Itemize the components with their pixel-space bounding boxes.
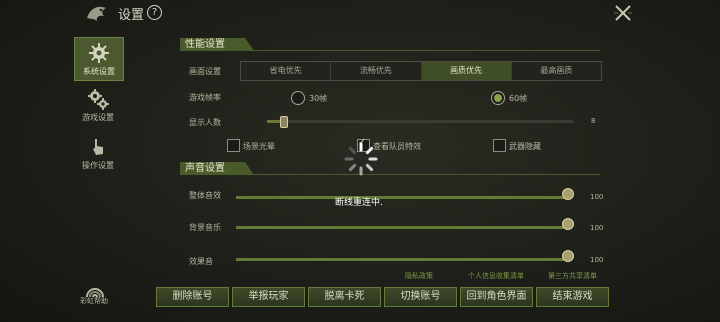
privacy-policy-link[interactable]: 隐私政策	[405, 271, 433, 281]
section-header-performance: 性能设置	[180, 38, 600, 51]
volume-value: 100	[590, 256, 604, 264]
volume-value: 100	[590, 193, 604, 201]
checkbox-label: 武器隐藏	[509, 142, 541, 151]
gears-icon	[88, 89, 109, 110]
quality-option[interactable]: 省电优先	[241, 62, 332, 80]
quit-game-button[interactable]: 结束游戏	[536, 287, 609, 307]
sound-label: 背景音乐	[189, 223, 221, 232]
section-title: 声音设置	[185, 163, 225, 174]
fps-label: 游戏帧率	[189, 93, 221, 102]
sidebar-item-label: 操作设置	[82, 161, 114, 170]
title-bar: 设置 ?	[0, 0, 720, 26]
fps-60-radio[interactable]	[491, 91, 505, 105]
sidebar-item-label: 游戏设置	[82, 113, 114, 122]
sidebar-item-system[interactable]: 系统设置	[74, 37, 124, 81]
sound-label: 效果音	[189, 257, 213, 266]
players-slider-track[interactable]	[267, 120, 574, 123]
fps-30-radio[interactable]	[291, 91, 305, 105]
players-slider-handle[interactable]	[280, 116, 288, 128]
section-title: 性能设置	[185, 39, 225, 50]
music-volume-fill	[236, 226, 568, 229]
checkbox-label: 场景光晕	[243, 142, 275, 151]
quality-label: 画面设置	[189, 67, 221, 76]
hand-pointer-icon	[93, 139, 103, 155]
sidebar-item-label: 系统设置	[83, 67, 115, 76]
quality-option-selected[interactable]: 画质优先	[421, 62, 512, 80]
master-volume-handle[interactable]	[562, 188, 574, 200]
players-slider-fill	[267, 120, 281, 123]
gear-icon	[89, 43, 109, 63]
scene-glow-checkbox[interactable]	[227, 139, 240, 152]
checkbox-label: 查看队员特效	[373, 142, 421, 151]
report-player-button[interactable]: 举报玩家	[232, 287, 305, 307]
hide-weapon-checkbox[interactable]	[493, 139, 506, 152]
quality-option[interactable]: 最高画质	[512, 62, 601, 80]
personal-info-list-link[interactable]: 个人信息收集清单	[468, 271, 524, 281]
close-icon[interactable]	[612, 2, 634, 24]
effects-volume-fill	[236, 258, 568, 261]
effects-volume-handle[interactable]	[562, 250, 574, 262]
help-label: 彩虹帮助	[80, 297, 108, 305]
players-label: 显示人数	[189, 118, 221, 127]
help-icon[interactable]: ?	[147, 5, 162, 20]
fps-option-label: 60帧	[509, 94, 528, 103]
third-party-list-link[interactable]: 第三方共享清单	[548, 271, 597, 281]
loading-spinner-icon	[344, 142, 378, 176]
section-header-sound: 声音设置	[180, 162, 600, 175]
page-title: 设置	[118, 8, 145, 23]
music-volume-handle[interactable]	[562, 218, 574, 230]
fps-option-label: 30帧	[309, 94, 328, 103]
sidebar-item-controls[interactable]: 操作设置	[74, 132, 122, 174]
unstuck-button[interactable]: 脱离卡死	[308, 287, 381, 307]
delete-account-button[interactable]: 删除账号	[156, 287, 229, 307]
back-to-character-button[interactable]: 回到角色界面	[460, 287, 533, 307]
quality-selector: 省电优先 流畅优先 画质优先 最高画质	[240, 61, 602, 81]
players-max-value: 8	[591, 117, 596, 125]
switch-account-button[interactable]: 切换账号	[384, 287, 457, 307]
sound-label: 整体音效	[189, 191, 221, 200]
quality-option[interactable]: 流畅优先	[331, 62, 422, 80]
dragon-logo-icon	[87, 6, 106, 21]
volume-value: 100	[590, 224, 604, 232]
sidebar-item-game[interactable]: 游戏设置	[74, 84, 122, 126]
master-volume-fill	[236, 196, 568, 199]
reconnect-status-text: 断线重连中.	[335, 198, 383, 208]
